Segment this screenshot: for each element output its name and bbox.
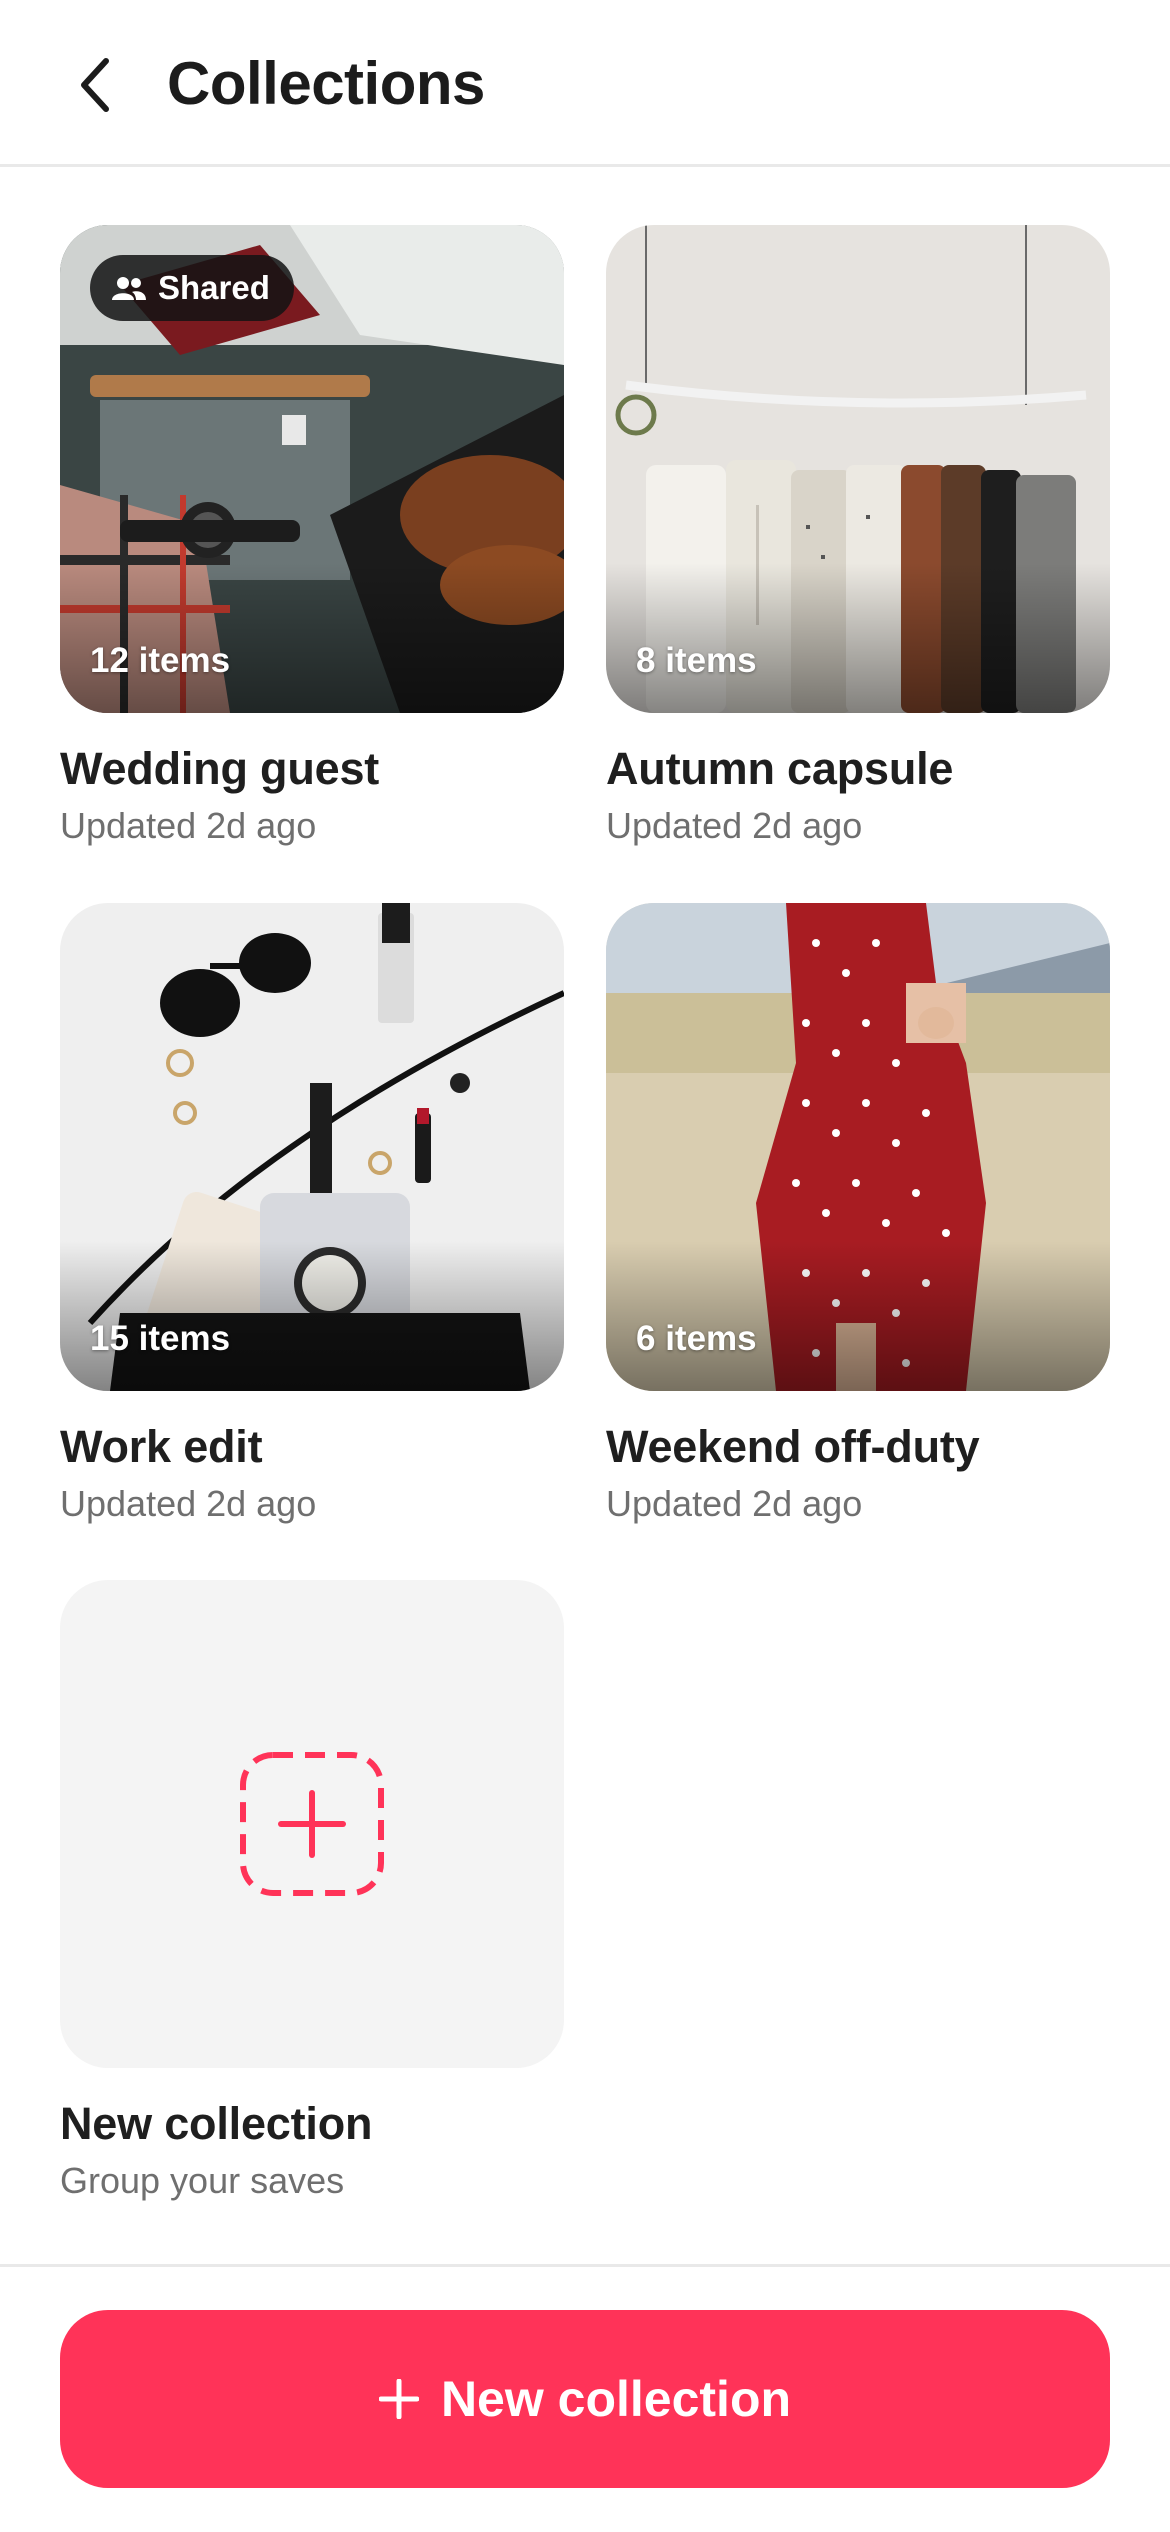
- collection-thumbnail[interactable]: 15 items: [60, 903, 564, 1391]
- plus-icon: [378, 2379, 419, 2419]
- new-collection-button-label: New collection: [440, 2371, 792, 2427]
- new-collection-subtitle: Group your saves: [60, 2160, 345, 2201]
- new-collection-button[interactable]: New collection: [60, 2310, 1110, 2488]
- collection-title: Wedding guest: [60, 743, 380, 794]
- new-collection-card[interactable]: New collection Group your saves: [60, 1580, 564, 2204]
- collection-title: Weekend off-duty: [606, 1421, 980, 1472]
- image-shade: [606, 1241, 1110, 1391]
- new-collection-title: New collection: [60, 2098, 373, 2149]
- collection-thumbnail[interactable]: 8 items: [606, 225, 1110, 713]
- page-title: Collections: [167, 50, 485, 117]
- new-collection-tile[interactable]: [60, 1580, 564, 2068]
- collection-thumbnail[interactable]: Shared 12 items: [60, 225, 564, 713]
- item-count: 15 items: [90, 1319, 231, 1358]
- item-count: 8 items: [636, 641, 757, 680]
- collection-card-wedding-guest[interactable]: Shared 12 items Wedding guest Updated 2d…: [60, 225, 564, 849]
- collection-title: Autumn capsule: [606, 743, 954, 794]
- top-app-bar: Collections: [0, 0, 1170, 167]
- collection-title: Work edit: [60, 1421, 263, 1472]
- collection-updated: Updated 2d ago: [60, 805, 317, 846]
- collection-updated: Updated 2d ago: [60, 1483, 317, 1524]
- collection-updated: Updated 2d ago: [606, 1483, 863, 1524]
- image-shade: [606, 563, 1110, 713]
- chevron-left-icon: [81, 58, 109, 112]
- back-button[interactable]: [60, 45, 132, 125]
- collection-updated: Updated 2d ago: [606, 805, 863, 846]
- image-shade: [60, 1241, 564, 1391]
- add-dashed-square-icon: [240, 1752, 384, 1896]
- collection-card-work-edit[interactable]: 15 items Work edit Updated 2d ago: [60, 903, 564, 1527]
- item-count: 12 items: [90, 641, 231, 680]
- image-shade: [60, 563, 564, 713]
- collection-card-weekend-off-duty[interactable]: 6 items Weekend off-duty Updated 2d ago: [606, 903, 1110, 1527]
- bottom-action-bar: New collection: [0, 2264, 1170, 2532]
- shared-badge: Shared: [90, 255, 294, 321]
- item-count: 6 items: [636, 1319, 757, 1358]
- people-icon: [112, 277, 146, 300]
- collection-card-autumn-capsule[interactable]: 8 items Autumn capsule Updated 2d ago: [606, 225, 1110, 849]
- shared-badge-label: Shared: [158, 269, 270, 306]
- collection-thumbnail[interactable]: 6 items: [606, 903, 1110, 1391]
